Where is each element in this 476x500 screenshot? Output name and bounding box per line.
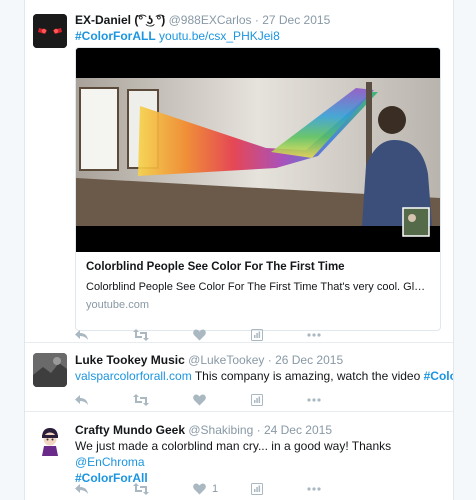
hashtag-link[interactable]: #ColorForALL bbox=[75, 29, 156, 43]
retweet-icon bbox=[133, 329, 149, 341]
separator: · bbox=[256, 423, 261, 437]
mention-link[interactable]: @EnChroma bbox=[75, 455, 145, 469]
user-handle[interactable]: @Shakibing bbox=[188, 423, 253, 437]
tweet-item[interactable]: Crafty Mundo Geek @Shakibing · 24 Dec 20… bbox=[25, 412, 453, 500]
more-icon bbox=[307, 398, 321, 402]
tweet-date[interactable]: 27 Dec 2015 bbox=[262, 13, 330, 27]
retweet-icon bbox=[133, 483, 149, 495]
more-icon bbox=[307, 333, 321, 337]
reply-button[interactable] bbox=[75, 327, 89, 343]
more-icon bbox=[307, 487, 321, 491]
separator: · bbox=[267, 353, 272, 367]
card-title[interactable]: Colorblind People See Color For The Firs… bbox=[86, 260, 430, 275]
video-thumbnail[interactable] bbox=[76, 48, 440, 252]
display-name[interactable]: Crafty Mundo Geek bbox=[75, 423, 185, 437]
avatar[interactable] bbox=[33, 14, 67, 48]
tweet-date[interactable]: 26 Dec 2015 bbox=[275, 353, 343, 367]
display-name[interactable]: Luke Tookey Music bbox=[75, 353, 185, 367]
tweet-date[interactable]: 24 Dec 2015 bbox=[264, 423, 332, 437]
like-icon bbox=[193, 329, 206, 341]
user-handle[interactable]: @LukeTookey bbox=[188, 353, 264, 367]
like-button[interactable]: 1 bbox=[193, 481, 218, 497]
link-card[interactable]: Colorblind People See Color For The Firs… bbox=[75, 47, 441, 331]
card-domain: youtube.com bbox=[86, 299, 149, 311]
avatar[interactable] bbox=[33, 353, 67, 387]
like-button[interactable] bbox=[193, 327, 206, 343]
tweet-text: We just made a colorblind man cry... in … bbox=[75, 439, 392, 453]
analytics-icon bbox=[251, 329, 263, 341]
hashtag-link[interactable]: #ColorForAll bbox=[424, 369, 453, 383]
user-handle[interactable]: @988EXCarlos bbox=[169, 13, 252, 27]
analytics-button[interactable] bbox=[251, 327, 263, 343]
like-button[interactable] bbox=[193, 392, 206, 408]
more-button[interactable] bbox=[307, 327, 321, 343]
reply-icon bbox=[75, 395, 88, 405]
card-description: Colorblind People See Color For The Firs… bbox=[86, 281, 430, 293]
more-button[interactable] bbox=[307, 481, 321, 497]
analytics-icon bbox=[251, 483, 263, 495]
display-name[interactable]: EX-Daniel (͡° ͜ʖ ͡°) bbox=[75, 13, 165, 27]
separator: · bbox=[254, 13, 259, 27]
more-button[interactable] bbox=[307, 392, 321, 408]
retweet-button[interactable] bbox=[133, 327, 149, 343]
tweet-text: This company is amazing, watch the video bbox=[191, 369, 424, 383]
retweet-icon bbox=[133, 394, 149, 406]
retweet-button[interactable] bbox=[133, 392, 149, 408]
reply-icon bbox=[75, 330, 88, 340]
analytics-button[interactable] bbox=[251, 392, 263, 408]
analytics-button[interactable] bbox=[251, 481, 263, 497]
reply-icon bbox=[75, 484, 88, 494]
analytics-icon bbox=[251, 394, 263, 406]
tweet-item[interactable]: EX-Daniel (͡° ͜ʖ ͡°) @988EXCarlos · 27 D… bbox=[25, 0, 453, 343]
reply-button[interactable] bbox=[75, 392, 89, 408]
like-icon bbox=[193, 483, 206, 495]
reply-button[interactable] bbox=[75, 481, 89, 497]
avatar[interactable] bbox=[33, 424, 67, 458]
tweet-item[interactable]: Luke Tookey Music @LukeTookey · 26 Dec 2… bbox=[25, 343, 453, 412]
like-icon bbox=[193, 394, 206, 406]
retweet-button[interactable] bbox=[133, 481, 149, 497]
url-link[interactable]: youtu.be/csx_PHKJei8 bbox=[159, 29, 280, 43]
like-count: 1 bbox=[212, 483, 219, 495]
timeline: EX-Daniel (͡° ͜ʖ ͡°) @988EXCarlos · 27 D… bbox=[24, 0, 454, 500]
url-link[interactable]: valsparcolorforall.com bbox=[75, 369, 192, 383]
